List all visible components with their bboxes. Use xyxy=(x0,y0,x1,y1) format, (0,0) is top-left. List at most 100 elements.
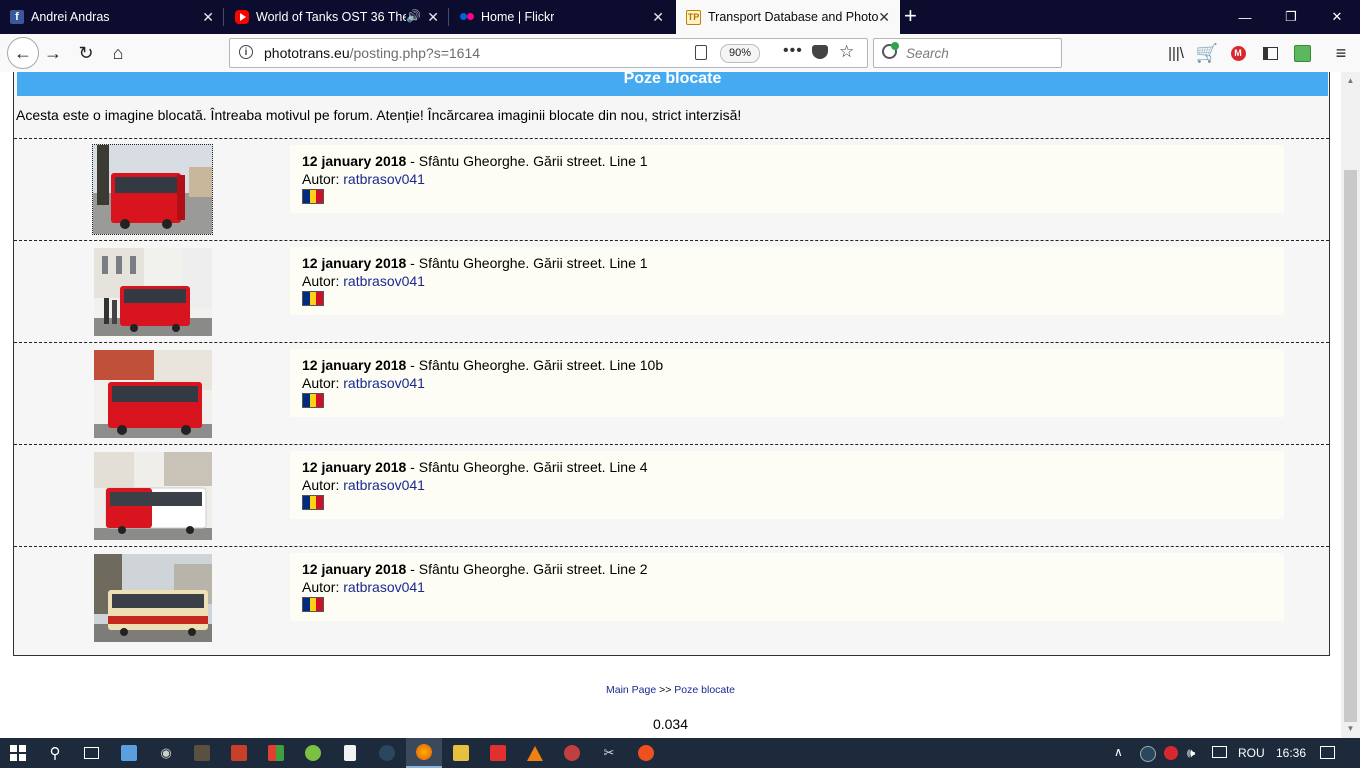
post-thumbnail[interactable] xyxy=(92,246,212,336)
tab-label: Home | Flickr xyxy=(481,10,555,24)
language-indicator[interactable]: ROU xyxy=(1238,746,1265,760)
notifications-icon[interactable] xyxy=(1320,746,1335,759)
volume-icon[interactable]: 🕪 xyxy=(1187,745,1195,761)
scroll-down-arrow-icon[interactable]: ▼ xyxy=(1345,724,1356,734)
reload-button[interactable]: ↻ xyxy=(72,39,100,67)
app-icon[interactable]: ◉ xyxy=(148,738,184,768)
bookmark-star-icon[interactable]: ☆ xyxy=(839,42,854,62)
romania-flag-icon xyxy=(302,495,324,510)
sidebar-icon[interactable] xyxy=(1256,39,1284,67)
reader-view-icon[interactable] xyxy=(695,45,707,60)
forward-button[interactable]: → xyxy=(39,39,67,67)
post-thumbnail[interactable] xyxy=(92,348,212,438)
close-window-button[interactable]: ✕ xyxy=(1314,0,1360,34)
address-bar[interactable]: i phototrans.eu/posting.php?s=1614 90% •… xyxy=(229,38,868,68)
extension-green-icon[interactable] xyxy=(1288,39,1316,67)
author-link[interactable]: ratbrasov041 xyxy=(343,375,425,391)
search-input[interactable] xyxy=(904,42,1058,64)
post-info: 12 january 2018 - Sfântu Gheorghe. Gării… xyxy=(290,451,1284,519)
home-button[interactable]: ⌂ xyxy=(104,39,132,67)
app-icon[interactable] xyxy=(480,738,516,768)
breadcrumb: Main Page >> Poze blocate xyxy=(0,684,1341,696)
tab-label: Andrei Andras xyxy=(31,10,110,24)
app-icon[interactable] xyxy=(443,738,479,768)
close-tab-icon[interactable]: ✕ xyxy=(427,9,439,25)
file-icon[interactable] xyxy=(332,738,368,768)
info-icon[interactable]: i xyxy=(239,45,253,59)
minimize-button[interactable]: — xyxy=(1222,0,1268,34)
post-author: Autor: ratbrasov041 xyxy=(302,171,425,187)
mega-tray-icon[interactable] xyxy=(1164,746,1178,760)
romania-flag-icon xyxy=(302,393,324,408)
speaker-icon[interactable]: 🔊 xyxy=(406,9,421,23)
tab-strip: f Andrei Andras ✕ World of Tanks OST 36 … xyxy=(0,0,1360,34)
vlc-icon[interactable] xyxy=(517,738,553,768)
windows-logo-icon xyxy=(10,745,26,761)
app-icon[interactable] xyxy=(295,738,331,768)
pocket-icon[interactable] xyxy=(812,45,828,59)
game-icon[interactable] xyxy=(184,738,220,768)
zoom-level-badge[interactable]: 90% xyxy=(720,44,761,63)
close-tab-icon[interactable]: ✕ xyxy=(652,9,664,25)
romania-flag-icon xyxy=(302,189,324,204)
clock[interactable]: 16:36 xyxy=(1276,746,1306,760)
firefox-icon[interactable] xyxy=(406,738,442,768)
author-link[interactable]: ratbrasov041 xyxy=(343,273,425,289)
tab-flickr[interactable]: Home | Flickr ✕ xyxy=(450,0,674,34)
app-icon[interactable] xyxy=(221,738,257,768)
post-info: 12 january 2018 - Sfântu Gheorghe. Gării… xyxy=(290,247,1284,315)
close-tab-icon[interactable]: ✕ xyxy=(878,9,890,25)
network-icon[interactable] xyxy=(1212,746,1227,758)
steam-icon[interactable] xyxy=(369,738,405,768)
task-view-icon[interactable] xyxy=(73,738,109,768)
post-thumbnail[interactable] xyxy=(92,552,212,642)
post-thumbnail[interactable] xyxy=(92,450,212,540)
post-caption: 12 january 2018 - Sfântu Gheorghe. Gării… xyxy=(302,255,648,271)
vertical-scrollbar[interactable]: ▲ ▼ xyxy=(1341,72,1360,738)
post-row: 12 january 2018 - Sfântu Gheorghe. Gării… xyxy=(14,138,1329,241)
windows-taskbar: ⚲ ◉ ✂ ∧ 🕪 ROU 16:36 xyxy=(0,738,1360,768)
url-text[interactable]: phototrans.eu/posting.php?s=1614 xyxy=(264,45,480,61)
tab-facebook[interactable]: f Andrei Andras ✕ xyxy=(0,0,224,34)
new-tab-button[interactable]: + xyxy=(904,5,917,27)
back-button[interactable]: ← xyxy=(7,37,39,69)
tray-expand-icon[interactable]: ∧ xyxy=(1114,745,1123,759)
author-link[interactable]: ratbrasov041 xyxy=(343,171,425,187)
youtube-icon xyxy=(235,10,249,24)
page-actions-icon[interactable]: ••• xyxy=(783,42,803,60)
start-button[interactable] xyxy=(0,738,36,768)
steam-tray-icon[interactable] xyxy=(1140,746,1156,762)
search-taskbar-icon[interactable]: ⚲ xyxy=(37,738,73,768)
close-tab-icon[interactable]: ✕ xyxy=(202,9,214,25)
post-caption: 12 january 2018 - Sfântu Gheorghe. Gării… xyxy=(302,459,648,475)
facebook-icon: f xyxy=(10,10,24,24)
scrollbar-thumb[interactable] xyxy=(1344,170,1357,722)
scroll-up-arrow-icon[interactable]: ▲ xyxy=(1345,76,1356,86)
tab-youtube[interactable]: World of Tanks OST 36 The l 🔊 ✕ xyxy=(225,0,449,34)
author-link[interactable]: ratbrasov041 xyxy=(343,579,425,595)
restore-button[interactable]: ❐ xyxy=(1268,0,1314,34)
author-link[interactable]: ratbrasov041 xyxy=(343,477,425,493)
flickr-icon xyxy=(460,10,474,24)
post-caption: 12 january 2018 - Sfântu Gheorghe. Gării… xyxy=(302,357,664,373)
menu-icon[interactable]: ≡ xyxy=(1327,39,1355,67)
breadcrumb-home-link[interactable]: Main Page xyxy=(606,684,656,696)
page-viewport: Poze blocate Acesta este o imagine bloca… xyxy=(0,72,1341,738)
app-icon[interactable]: ✂ xyxy=(591,738,627,768)
post-caption: 12 january 2018 - Sfântu Gheorghe. Gării… xyxy=(302,153,648,169)
app-icon[interactable] xyxy=(628,738,664,768)
page-timing: 0.034 xyxy=(652,716,689,732)
post-thumbnail[interactable] xyxy=(92,144,213,235)
romania-flag-icon xyxy=(302,291,324,306)
this-pc-icon[interactable] xyxy=(111,738,147,768)
library-icon[interactable]: |||\ xyxy=(1162,39,1190,67)
search-box[interactable] xyxy=(873,38,1062,68)
cart-icon[interactable]: 🛒 xyxy=(1193,39,1221,67)
app-icon[interactable] xyxy=(258,738,294,768)
mega-extension-icon[interactable]: M xyxy=(1224,39,1252,67)
post-info: 12 january 2018 - Sfântu Gheorghe. Gării… xyxy=(290,145,1284,213)
post-info: 12 january 2018 - Sfântu Gheorghe. Gării… xyxy=(290,553,1284,621)
breadcrumb-current-link[interactable]: Poze blocate xyxy=(674,684,735,696)
tab-phototrans[interactable]: TP Transport Database and Photog ✕ xyxy=(676,0,900,34)
app-icon[interactable] xyxy=(554,738,590,768)
